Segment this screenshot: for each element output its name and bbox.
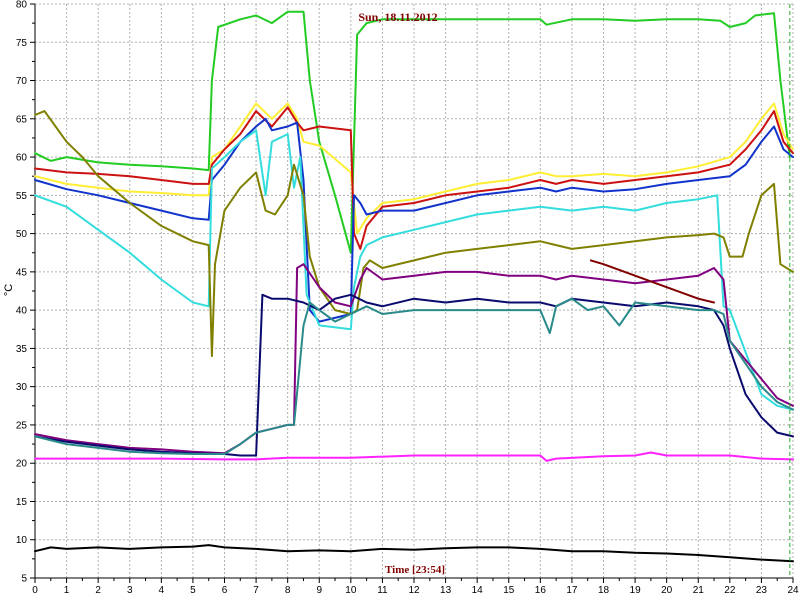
- x-tick-label: 18: [598, 585, 610, 596]
- x-tick-label: 23: [756, 585, 768, 596]
- y-tick-label: 75: [16, 38, 28, 49]
- y-tick-label: 10: [16, 535, 28, 546]
- temperature-chart: 0 1 2 3 4 5 6 7 8 9 10 11 12 13 14 15 16 17 18 19 20 21 22 23 24…: [0, 0, 800, 600]
- x-tick-label: 7: [253, 585, 259, 596]
- chart-canvas: 0 1 2 3 4 5 6 7 8 9 10 11 12 13 14 15 16 17 18 19 20 21 22 23 24…: [3, 0, 799, 596]
- x-tick-label: 16: [535, 585, 547, 596]
- x-tick-label: 3: [127, 585, 133, 596]
- x-tick-label: 2: [95, 585, 101, 596]
- y-tick-label: 45: [16, 267, 28, 278]
- y-tick-label: 60: [16, 153, 28, 164]
- x-tick-label: 4: [159, 585, 165, 596]
- y-tick-label: 50: [16, 229, 28, 240]
- series-line-10: [589, 259, 715, 304]
- x-axis-label: Time [23:54]: [385, 564, 445, 576]
- series-line-8: [34, 293, 794, 457]
- series-lines: [34, 10, 794, 563]
- y-tick-label: 40: [16, 306, 28, 317]
- x-tick-label: 17: [566, 585, 578, 596]
- x-tick-label: 24: [787, 585, 799, 596]
- y-tick-label: 80: [16, 0, 28, 11]
- x-tick-label: 11: [377, 585, 388, 596]
- x-tick-label: 5: [190, 585, 196, 596]
- x-tick-label: 1: [64, 585, 70, 596]
- x-tick-label: 6: [222, 585, 228, 596]
- x-tick-label: 9: [316, 585, 322, 596]
- axes: 0 1 2 3 4 5 6 7 8 9 10 11 12 13 14 15 16 17 18 19 20 21 22 23 24…: [16, 0, 799, 596]
- x-tick-label: 13: [440, 585, 452, 596]
- y-tick-label: 15: [16, 497, 28, 508]
- y-tick-label: 70: [16, 76, 28, 87]
- x-tick-label: 22: [724, 585, 736, 596]
- x-tick-label: 14: [472, 585, 484, 596]
- x-tick-label: 19: [630, 585, 642, 596]
- x-tick-label: 8: [285, 585, 291, 596]
- y-tick-label: 30: [16, 382, 28, 393]
- x-tick-label: 15: [503, 585, 515, 596]
- y-tick-label: 35: [16, 344, 28, 355]
- x-tick-label: 12: [408, 585, 420, 596]
- y-tick-label: 65: [16, 114, 28, 125]
- y-axis-label: °C: [3, 284, 15, 296]
- y-tick-label: 25: [16, 420, 28, 431]
- x-tick-label: 10: [345, 585, 357, 596]
- x-tick-label: 0: [32, 585, 38, 596]
- y-tick-label: 5: [21, 574, 27, 585]
- y-tick-label: 55: [16, 191, 28, 202]
- y-tick-label: 20: [16, 459, 28, 470]
- x-tick-label: 21: [693, 585, 705, 596]
- chart-title: Sun, 18.11.2012: [358, 10, 437, 24]
- x-tick-label: 20: [661, 585, 673, 596]
